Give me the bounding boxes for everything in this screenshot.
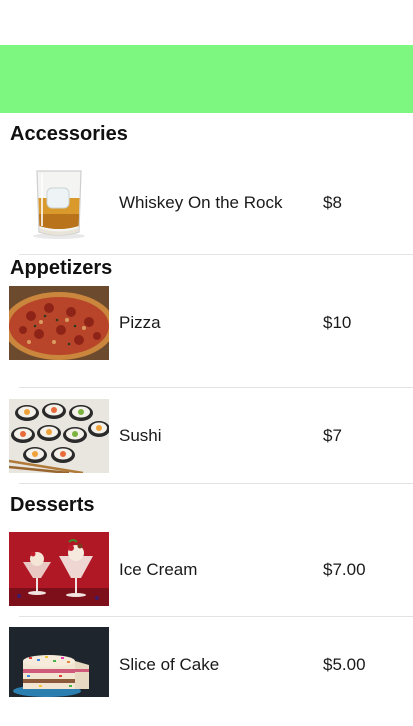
item-name: Sushi [119, 426, 162, 445]
pizza-image [9, 286, 109, 360]
item-name: Whiskey On the Rock [119, 193, 283, 212]
section-header-desserts: Desserts [10, 494, 95, 516]
ice-cream-image [9, 532, 109, 606]
menu-item-pizza[interactable]: Pizza $10 [0, 285, 413, 388]
item-name: Ice Cream [119, 559, 198, 579]
item-price: $8 [323, 193, 342, 212]
item-price: $5.00 [323, 655, 366, 674]
cake-image [9, 627, 109, 697]
sushi-image [9, 399, 109, 473]
item-name: Slice of Cake [119, 655, 220, 674]
item-name: Pizza [119, 313, 161, 332]
section-header-appetizers: Appetizers [10, 257, 113, 279]
menu-list: Accessories Whiskey On the Rock $8 Appet… [0, 113, 413, 713]
menu-item-slice-of-cake[interactable]: Slice of Cake $5.00 [0, 617, 413, 713]
section-header-accessories: Accessories [10, 123, 128, 145]
item-price: $7 [323, 426, 342, 445]
menu-item-sushi[interactable]: Sushi $7 [0, 388, 413, 484]
whiskey-glass-image [9, 166, 109, 240]
item-price: $7.00 [323, 559, 366, 579]
item-price: $10 [323, 313, 352, 332]
navigation-header [0, 45, 413, 113]
status-bar [0, 0, 413, 45]
menu-item-whiskey[interactable]: Whiskey On the Rock $8 [0, 151, 413, 255]
menu-item-ice-cream[interactable]: Ice Cream $7.00 [0, 522, 413, 617]
